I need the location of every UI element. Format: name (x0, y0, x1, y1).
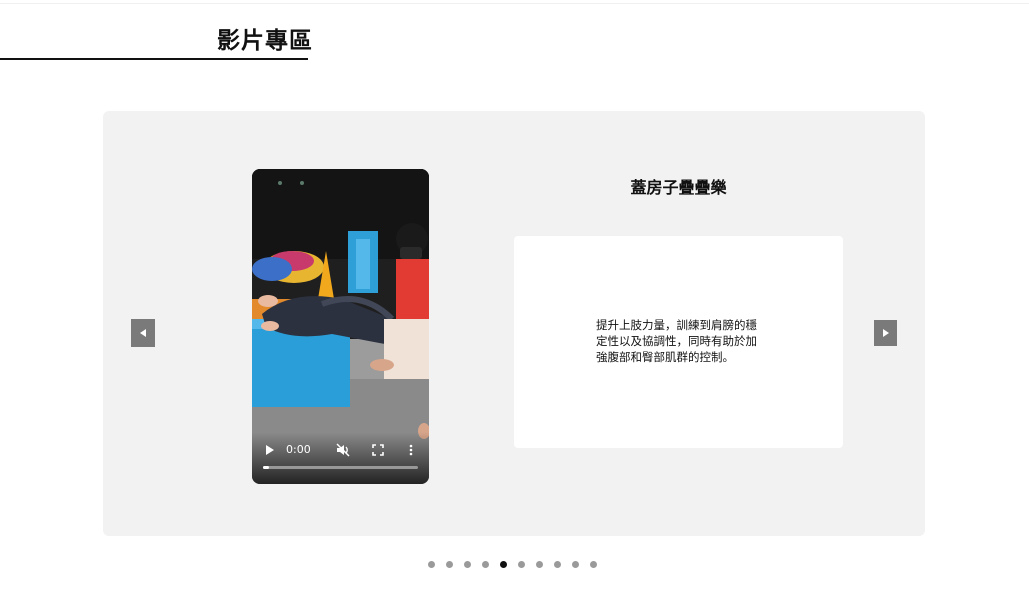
slide-description-box: 提升上肢力量，訓練到肩膀的穩定性以及協調性，同時有助於加強腹部和臀部肌群的控制。 (514, 236, 843, 448)
pagination-dot[interactable] (536, 561, 543, 568)
play-icon[interactable] (266, 445, 274, 455)
pagination-dot[interactable] (572, 561, 579, 568)
top-divider (0, 3, 1029, 4)
carousel-next-button[interactable] (874, 320, 897, 346)
pagination-dot[interactable] (518, 561, 525, 568)
video-section-page: 影片專區 0:00 蓋房子疊疊樂 提升上肢力量，訓練到肩膀的穩定性以及協調性，同… (0, 0, 1029, 608)
section-title-underline (0, 58, 308, 60)
pagination-dot[interactable] (482, 561, 489, 568)
slide-title: 蓋房子疊疊樂 (630, 178, 727, 197)
carousel-prev-button[interactable] (131, 319, 155, 347)
pagination-dot[interactable] (590, 561, 597, 568)
slide-description: 提升上肢力量，訓練到肩膀的穩定性以及協調性，同時有助於加強腹部和臀部肌群的控制。 (596, 318, 757, 364)
more-vertical-icon[interactable] (409, 444, 413, 456)
triangle-left-icon (140, 329, 146, 337)
mute-icon[interactable] (336, 443, 350, 457)
pagination-dot[interactable] (446, 561, 453, 568)
pagination-dot[interactable] (428, 561, 435, 568)
carousel-pagination (428, 561, 597, 569)
video-player[interactable]: 0:00 (252, 169, 429, 484)
video-progress-fill (263, 466, 270, 469)
pagination-dot[interactable] (500, 561, 507, 568)
video-controls-bar (252, 432, 429, 484)
video-time: 0:00 (286, 443, 311, 456)
triangle-right-icon (882, 329, 889, 337)
pagination-dot[interactable] (464, 561, 471, 568)
fullscreen-icon[interactable] (372, 444, 384, 456)
video-progress-track[interactable] (263, 466, 418, 469)
section-title: 影片專區 (217, 28, 313, 54)
pagination-dot[interactable] (554, 561, 561, 568)
